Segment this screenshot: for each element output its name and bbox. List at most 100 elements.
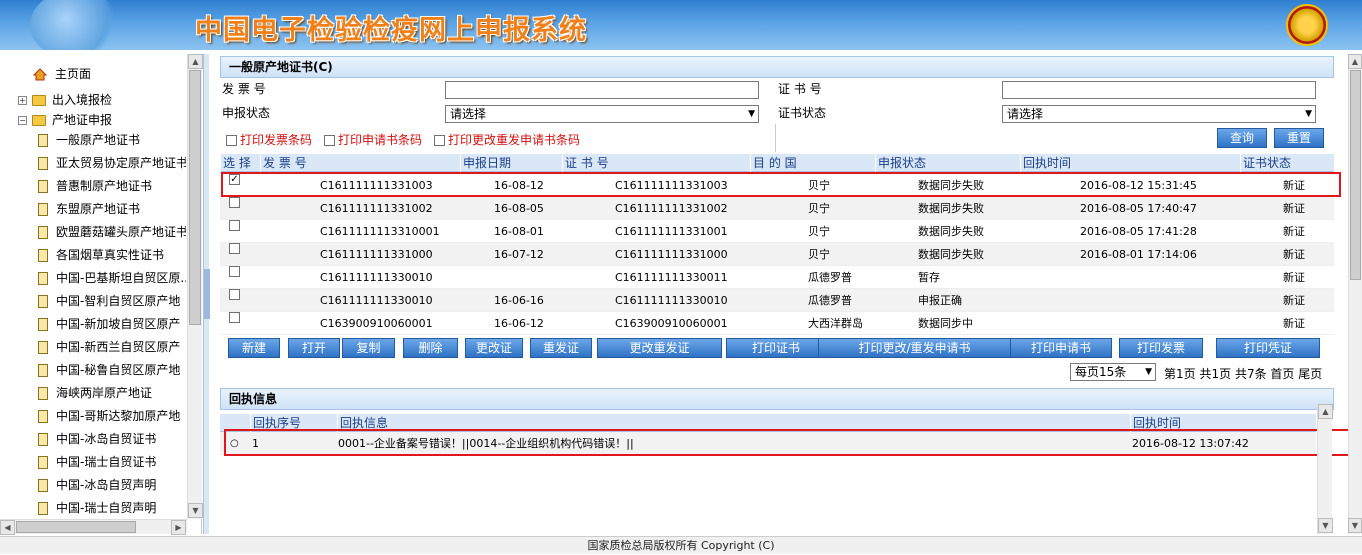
sidebar-item-cert-type[interactable]: 中国-巴基斯坦自贸区原... [38,267,186,289]
reset-button[interactable]: 重置 [1274,128,1324,148]
cell-country: 贝宁 [808,202,830,215]
sidebar-vertical-scrollbar[interactable]: ▲ ▼ [187,54,203,519]
cert-number-label: 证 书 号 [778,82,822,96]
checkbox[interactable] [434,135,445,146]
sidebar-horizontal-scrollbar[interactable]: ◀ ▶ [0,519,187,535]
option-label: 打印更改重发申请书条码 [448,133,581,147]
print-invoice-barcode-option[interactable]: 打印发票条码 [226,130,312,150]
table-row[interactable]: C161111111330010 16-06-16 C161111111330010… [220,289,1334,312]
sidebar-item-home[interactable]: 主页面 [33,63,91,85]
checkbox[interactable] [229,289,240,300]
checkbox[interactable] [226,135,237,146]
pager-first[interactable]: 首页 [1270,367,1294,381]
scroll-thumb[interactable] [1350,70,1361,280]
table-row[interactable]: C163900910060001 16-06-12 C163900910060001… [220,312,1334,335]
action-button[interactable]: 打印凭证 [1216,338,1320,358]
cell-date: 16-08-01 [494,225,544,238]
scroll-down-icon[interactable]: ▼ [1318,518,1333,533]
header-banner: 中国电子检验检疫网上申报系统 [0,0,1362,50]
folder-icon [32,95,46,106]
collapse-icon[interactable]: − [18,116,27,125]
scroll-thumb[interactable] [189,70,201,325]
scroll-up-icon[interactable]: ▲ [1348,54,1362,69]
action-button[interactable]: 更改重发证 [597,338,722,358]
cert-status-label: 证书状态 [778,106,827,120]
scroll-down-icon[interactable]: ▼ [1348,518,1362,533]
col-cert: 证 书 号 [562,154,609,172]
action-button[interactable]: 打印申请书 [1010,338,1112,358]
checkbox[interactable] [229,243,240,254]
action-button[interactable]: 打印证书 [726,338,826,358]
checkbox[interactable] [324,135,335,146]
sidebar-item-cert-type[interactable]: 中国-智利自贸区原产地 [38,290,180,312]
sidebar-item-cert-type[interactable]: 普惠制原产地证书 [38,175,152,197]
apply-status-select[interactable]: 请选择 ▼ [445,105,759,123]
pager-last[interactable]: 尾页 [1298,367,1322,381]
action-button[interactable]: 复制 [342,338,395,358]
action-button[interactable]: 打印更改/重发申请书 [818,338,1011,358]
cell-date: 16-06-12 [494,317,544,330]
action-button[interactable]: 重发证 [530,338,592,358]
main-content: 一般原产地证书(C) 发 票 号 证 书 号 申报状态 请选择 ▼ 证书状态 请选… [210,54,1350,534]
sidebar-item-cert-type[interactable]: 中国-瑞士自贸证书 [38,451,156,473]
sidebar-item-cert-type[interactable]: 各国烟草真实性证书 [38,244,164,266]
invoice-input[interactable] [445,81,759,99]
page-size-select[interactable]: 每页15条 ▼ [1070,363,1156,381]
table-row[interactable]: C161111111331000 16-07-12 C161111111331000… [220,243,1334,266]
sidebar-item-cert-type[interactable]: 中国-秘鲁自贸区原产地 [38,359,180,381]
table-row[interactable]: C1611111113310001 16-08-01 C16111111133100… [220,220,1334,243]
sidebar-item-cert-type[interactable]: 亚太贸易协定原产地证书 [38,152,186,174]
action-button[interactable]: 打印发票 [1119,338,1203,358]
pager-total-records: 共7条 [1234,367,1267,381]
col-invoice: 发 票 号 [260,154,307,172]
print-apply-barcode-option[interactable]: 打印申请书条码 [324,130,422,150]
action-button[interactable]: 删除 [403,338,458,358]
select-value: 请选择 [1007,107,1044,121]
action-button[interactable]: 打开 [288,338,340,358]
sidebar-item-cert-type[interactable]: 中国-新加坡自贸区原产 [38,313,180,335]
receipt-vertical-scrollbar[interactable]: ▲ ▼ [1317,404,1333,534]
sidebar-item-cert-type[interactable]: 中国-冰岛自贸声明 [38,474,156,496]
sidebar-item-inspection[interactable]: + 出入境报检 [18,89,112,111]
col-time: 回执时间 [1020,154,1071,172]
scroll-thumb[interactable] [16,521,136,533]
checkbox[interactable] [229,312,240,323]
cert-number-input[interactable] [1002,81,1316,99]
sidebar-item-cert-type[interactable]: 一般原产地证书 [38,129,140,151]
pager: 第1页 共1页 共7条 首页 尾页 [1164,364,1322,384]
col-country: 目 的 国 [750,154,797,172]
sidebar-item-origin-cert[interactable]: − 产地证申报 [18,109,112,131]
scroll-down-icon[interactable]: ▼ [188,503,203,518]
checkbox[interactable] [229,197,240,208]
highlight-box [221,172,1341,197]
expand-icon[interactable]: + [18,96,27,105]
table-row[interactable]: C161111111331002 16-08-05 C161111111331002… [220,197,1334,220]
select-value: 请选择 [450,107,487,121]
checkbox[interactable] [229,266,240,277]
scroll-left-icon[interactable]: ◀ [0,520,15,535]
cert-status-select[interactable]: 请选择 ▼ [1002,105,1316,123]
cell-cert: C161111111331002 [615,202,728,215]
sidebar-item-cert-type[interactable]: 中国-新西兰自贸区原产 [38,336,180,358]
action-button[interactable]: 新建 [228,338,280,358]
action-button[interactable]: 更改证 [465,338,523,358]
query-button[interactable]: 查询 [1217,128,1267,148]
sidebar-item-cert-type[interactable]: 海峡两岸原产地证 [38,382,152,404]
table-row[interactable]: C161111111330010 C161111111330011 瓜德罗普 暂存 新证 [220,266,1334,289]
scroll-right-icon[interactable]: ▶ [171,520,186,535]
panel-splitter[interactable] [203,54,210,534]
scroll-up-icon[interactable]: ▲ [188,54,203,69]
checkbox[interactable] [229,220,240,231]
sidebar-item-cert-type[interactable]: 中国-瑞士自贸声明 [38,497,156,519]
print-change-barcode-option[interactable]: 打印更改重发申请书条码 [434,130,580,150]
cell-date: 16-06-16 [494,294,544,307]
sidebar-item-cert-type[interactable]: 欧盟蘑菇罐头原产地证书 [38,221,186,243]
apply-status-label: 申报状态 [222,106,271,120]
page-vertical-scrollbar[interactable]: ▲ ▼ [1348,54,1362,534]
sidebar-item-cert-type[interactable]: 东盟原产地证书 [38,198,140,220]
scroll-up-icon[interactable]: ▲ [1318,404,1333,419]
sidebar-item-cert-type[interactable]: 中国-冰岛自贸证书 [38,428,156,450]
cell-country: 瓜德罗普 [808,294,852,307]
col-date: 申报日期 [460,154,511,172]
sidebar-item-cert-type[interactable]: 中国-哥斯达黎加原产地 [38,405,180,427]
